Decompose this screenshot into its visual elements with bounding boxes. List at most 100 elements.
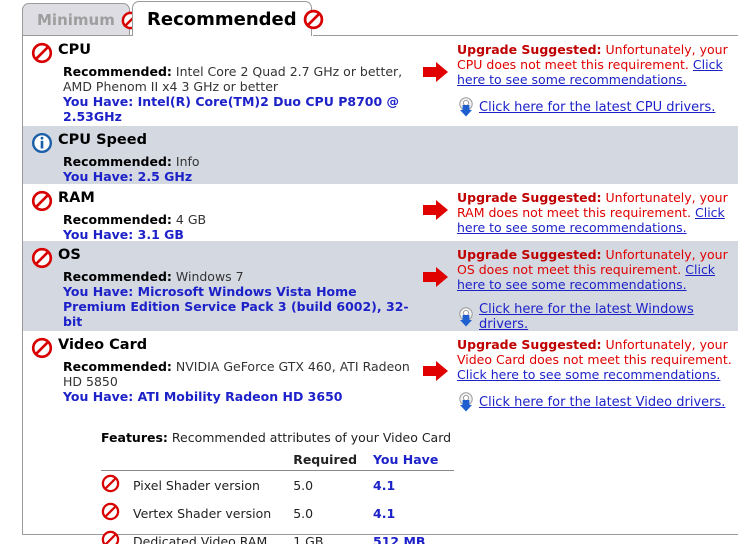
you-have-label: You Have: xyxy=(63,169,134,184)
features-col-you-have: You Have xyxy=(373,451,455,471)
recommended-label: Recommended: xyxy=(63,269,172,284)
features-title: Features: Recommended attributes of your… xyxy=(101,430,738,445)
you-have-line: You Have: ATI Mobility Radeon HD 3650 xyxy=(63,389,413,404)
driver-download-row: Click here for the latest CPU drivers. xyxy=(457,97,732,117)
requirement-details-cpu: CPU Recommended: Intel Core 2 Quad 2.7 G… xyxy=(23,36,417,126)
component-name: CPU Speed xyxy=(58,132,147,148)
no-entry-icon xyxy=(101,527,133,544)
features-table-header-row: Required You Have xyxy=(101,451,455,471)
you-have-value: 2.5 GHz xyxy=(137,169,193,184)
video-card-features: Features: Recommended attributes of your… xyxy=(101,430,738,544)
feature-required: 5.0 xyxy=(293,477,314,493)
requirement-action-ram: Upgrade Suggested: Unfortunately, your R… xyxy=(417,184,738,241)
component-name: OS xyxy=(58,247,81,263)
you-have-line: You Have: Microsoft Windows Vista Home P… xyxy=(63,284,413,329)
requirement-details-cpu-speed: CPU Speed Recommended: Info You Have: 2.… xyxy=(23,126,417,184)
upgrade-label: Upgrade Suggested: xyxy=(457,42,602,57)
download-icon xyxy=(457,392,475,412)
no-entry-icon xyxy=(31,337,53,359)
feature-name: Pixel Shader version xyxy=(133,477,260,493)
recommendations-link[interactable]: Click here to see some recommendations. xyxy=(457,367,720,382)
recommended-label: Recommended: xyxy=(63,154,172,169)
arrow-right-icon xyxy=(423,62,449,82)
feature-have: 4.1 xyxy=(373,477,396,493)
features-title-text: Recommended attributes of your Video Car… xyxy=(171,430,452,445)
requirement-details-os: OS Recommended: Windows 7 You Have: Micr… xyxy=(23,241,417,331)
you-have-label: You Have: xyxy=(63,227,134,242)
no-entry-icon xyxy=(31,247,53,269)
feature-name: Dedicated Video RAM xyxy=(133,533,268,544)
features-label: Features: xyxy=(101,430,168,445)
table-row: Vertex Shader version 5.0 4.1 xyxy=(101,499,454,527)
upgrade-label: Upgrade Suggested: xyxy=(457,190,602,205)
you-have-value: 3.1 GB xyxy=(137,227,184,242)
no-entry-icon xyxy=(101,471,133,500)
you-have-value: ATI Mobility Radeon HD 3650 xyxy=(137,389,343,404)
tab-recommended[interactable]: Recommended xyxy=(132,1,323,36)
you-have-label: You Have: xyxy=(63,389,134,404)
requirement-details-video-card: Video Card Recommended: NVIDIA GeForce G… xyxy=(23,331,417,416)
upgrade-message: Upgrade Suggested: Unfortunately, your C… xyxy=(457,42,732,87)
features-col-name xyxy=(133,451,294,471)
tab-minimum[interactable]: Minimum xyxy=(22,3,140,36)
tab-minimum-label: Minimum xyxy=(37,11,115,29)
driver-download-row: Click here for the latest Windows driver… xyxy=(457,302,732,332)
compatibility-report-page: Minimum Recommended CPU Recommended: Int… xyxy=(0,0,739,544)
recommended-label: Recommended: xyxy=(63,212,172,227)
recommended-value: 4 GB xyxy=(175,212,207,227)
you-have-label: You Have: xyxy=(63,94,134,109)
upgrade-label: Upgrade Suggested: xyxy=(457,247,602,262)
upgrade-message: Upgrade Suggested: Unfortunately, your V… xyxy=(457,337,732,382)
component-name: Video Card xyxy=(58,337,148,353)
requirement-row-ram: RAM Recommended: 4 GB You Have: 3.1 GB U… xyxy=(23,184,738,242)
arrow-right-icon xyxy=(423,200,449,220)
features-col-icon xyxy=(101,451,133,471)
recommended-line: Recommended: Windows 7 xyxy=(63,269,413,284)
recommended-value: Info xyxy=(175,154,200,169)
requirement-details-ram: RAM Recommended: 4 GB You Have: 3.1 GB xyxy=(23,184,417,242)
recommended-label: Recommended: xyxy=(63,64,172,79)
download-icon xyxy=(457,307,475,327)
requirement-action-video-card: Upgrade Suggested: Unfortunately, your V… xyxy=(417,331,738,416)
tab-bar: Minimum Recommended xyxy=(0,0,739,36)
video-drivers-link[interactable]: Click here for the latest Video drivers. xyxy=(479,395,725,410)
features-col-required: Required xyxy=(293,451,374,471)
requirement-action-os: Upgrade Suggested: Unfortunately, your O… xyxy=(417,241,738,332)
arrow-right-icon xyxy=(423,267,449,287)
info-icon xyxy=(31,132,53,154)
you-have-line: You Have: 3.1 GB xyxy=(63,227,413,242)
windows-drivers-link[interactable]: Click here for the latest Windows driver… xyxy=(479,302,732,332)
recommended-line: Recommended: Intel Core 2 Quad 2.7 GHz o… xyxy=(63,64,413,94)
table-row: Dedicated Video RAM 1 GB 512 MB xyxy=(101,527,454,544)
feature-name: Vertex Shader version xyxy=(133,505,272,521)
no-entry-icon xyxy=(31,42,53,64)
feature-required: 5.0 xyxy=(293,505,314,521)
recommended-line: Recommended: 4 GB xyxy=(63,212,413,227)
upgrade-label: Upgrade Suggested: xyxy=(457,337,602,352)
no-entry-icon xyxy=(101,499,133,527)
upgrade-message: Upgrade Suggested: Unfortunately, your R… xyxy=(457,190,732,235)
upgrade-message: Upgrade Suggested: Unfortunately, your O… xyxy=(457,247,732,292)
feature-have: 4.1 xyxy=(373,505,396,521)
cpu-drivers-link[interactable]: Click here for the latest CPU drivers. xyxy=(479,100,715,115)
requirement-row-os: OS Recommended: Windows 7 You Have: Micr… xyxy=(23,241,738,332)
requirement-row-video-card: Video Card Recommended: NVIDIA GeForce G… xyxy=(23,331,738,416)
feature-required: 1 GB xyxy=(293,533,324,544)
recommended-value: Windows 7 xyxy=(175,269,244,284)
requirement-row-cpu-speed: CPU Speed Recommended: Info You Have: 2.… xyxy=(23,126,738,184)
features-table: Required You Have Pixel Shader version 5… xyxy=(101,451,455,544)
requirement-row-cpu: CPU Recommended: Intel Core 2 Quad 2.7 G… xyxy=(23,36,738,126)
requirement-action-cpu: Upgrade Suggested: Unfortunately, your C… xyxy=(417,36,738,126)
feature-have: 512 MB xyxy=(373,533,426,544)
component-name: CPU xyxy=(58,42,92,58)
arrow-right-icon xyxy=(423,361,449,381)
no-entry-icon xyxy=(303,9,324,30)
download-icon xyxy=(457,97,475,117)
you-have-label: You Have: xyxy=(63,284,134,299)
recommended-label: Recommended: xyxy=(63,359,172,374)
you-have-line: You Have: Intel(R) Core(TM)2 Duo CPU P87… xyxy=(63,94,413,124)
driver-download-row: Click here for the latest Video drivers. xyxy=(457,392,732,412)
requirement-action-cpu-speed xyxy=(417,126,738,184)
tab-recommended-label: Recommended xyxy=(147,8,297,30)
recommended-line: Recommended: Info xyxy=(63,154,413,169)
